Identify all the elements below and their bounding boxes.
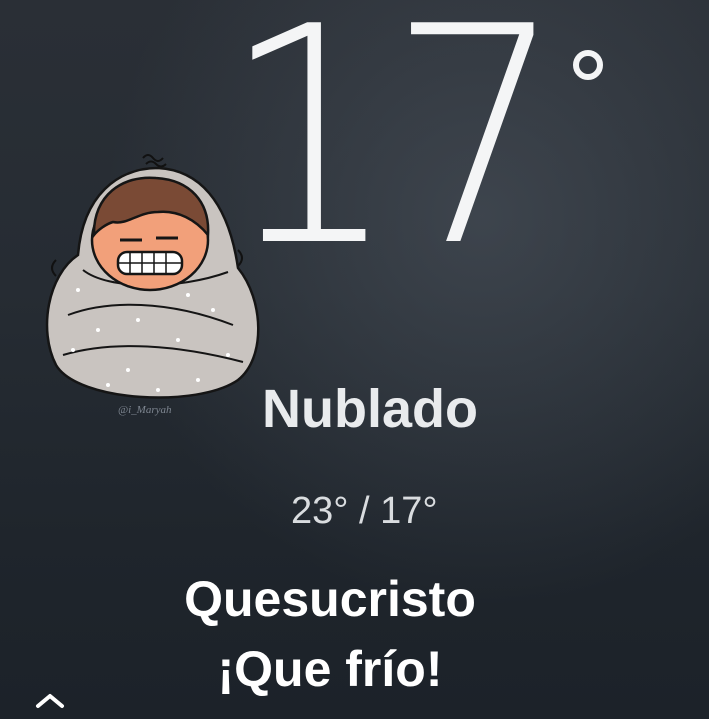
caption-line-2: ¡Que frío! (217, 641, 443, 697)
temperature-range: 23° / 17° (291, 490, 438, 532)
sticker-signature: @i_Maryah (118, 404, 172, 416)
chevron-up-icon[interactable] (35, 690, 65, 710)
caption-line-1: Quesucristo (184, 571, 476, 627)
degree-symbol (573, 50, 603, 80)
weather-condition: Nublado (262, 379, 478, 439)
temperature-value: 17 (222, 0, 564, 312)
cold-person-sticker (45, 154, 260, 399)
